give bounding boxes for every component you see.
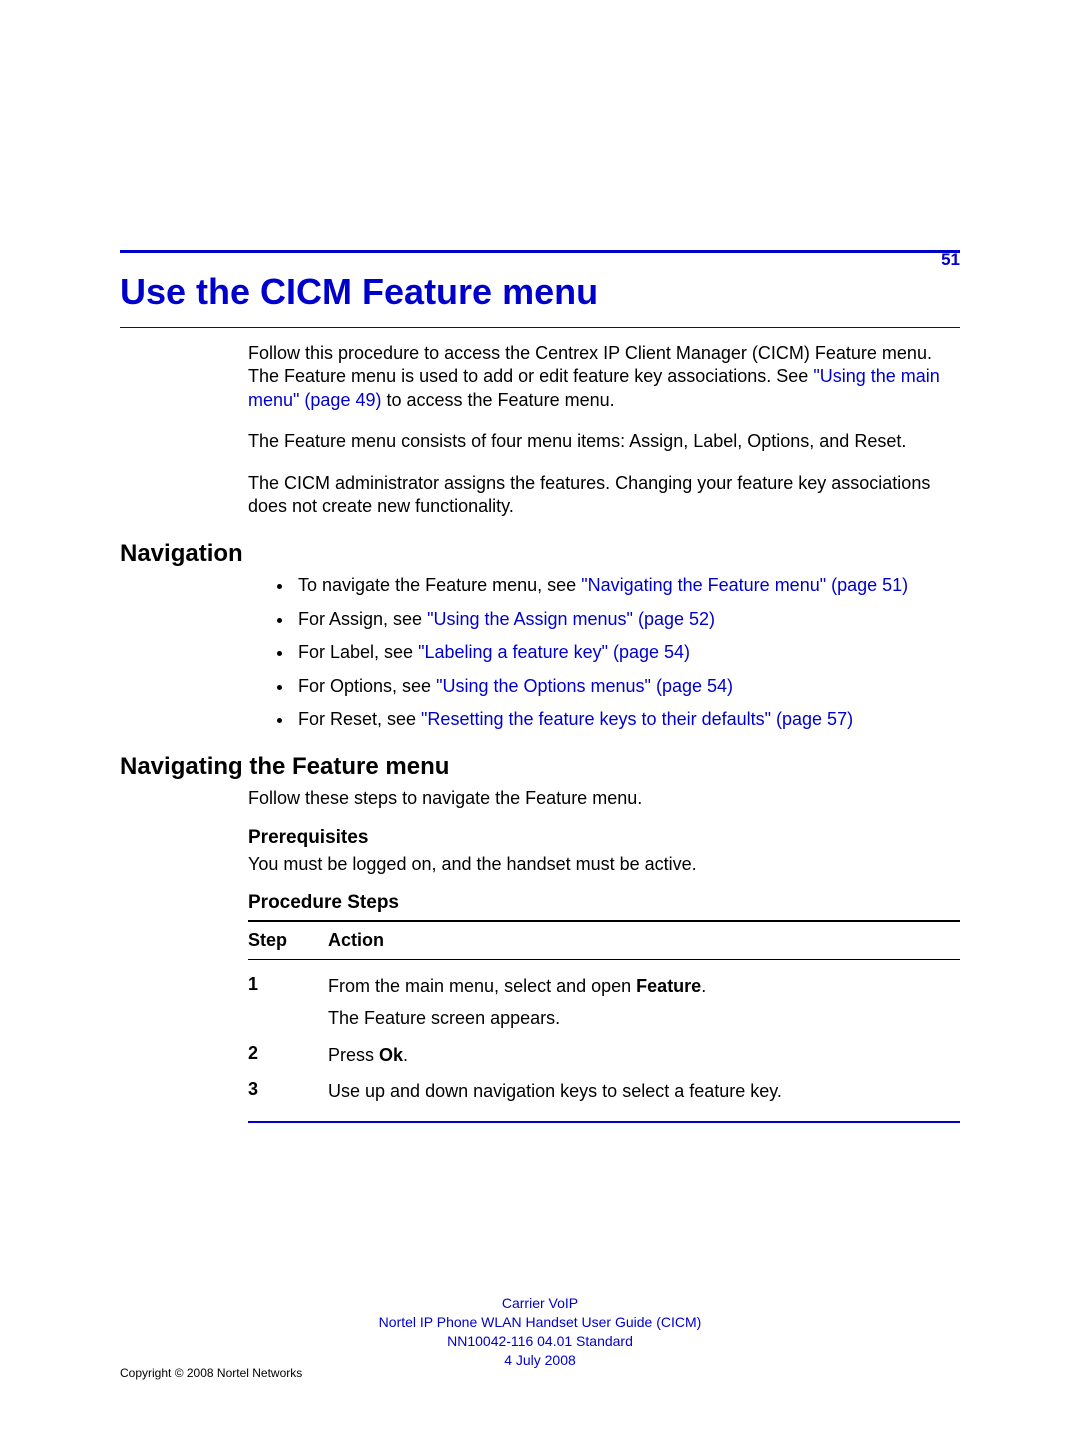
title-rule-top (120, 250, 960, 253)
step-action: From the main menu, select and open Feat… (328, 974, 960, 1031)
step-1-bold: Feature (636, 976, 701, 996)
intro-block: Follow this procedure to access the Cent… (248, 342, 960, 518)
page-number: 51 (941, 250, 960, 270)
copyright-text: Copyright © 2008 Nortel Networks (120, 1366, 302, 1380)
nav-item-5: For Reset, see "Resetting the feature ke… (294, 708, 960, 731)
navigation-list: To navigate the Feature menu, see "Navig… (248, 574, 960, 731)
nav-item-2-pre: For Assign, see (298, 609, 427, 629)
prerequisites-block: You must be logged on, and the handset m… (248, 853, 960, 876)
step-1-sub: The Feature screen appears. (328, 1006, 960, 1030)
table-header-action: Action (328, 930, 960, 951)
navmenu-intro-text: Follow these steps to navigate the Featu… (248, 787, 960, 810)
link-resetting-feature-keys[interactable]: "Resetting the feature keys to their def… (421, 709, 853, 729)
step-number: 2 (248, 1043, 328, 1064)
footer-rule (248, 1121, 960, 1123)
intro-para-2: The Feature menu consists of four menu i… (248, 430, 960, 453)
prerequisites-heading: Prerequisites (248, 827, 960, 849)
nav-item-5-pre: For Reset, see (298, 709, 421, 729)
table-row: 3 Use up and down navigation keys to sel… (248, 1073, 960, 1109)
page-title: Use the CICM Feature menu (120, 271, 960, 313)
link-assign-menus[interactable]: "Using the Assign menus" (page 52) (427, 609, 715, 629)
table-row: 2 Press Ok. (248, 1037, 960, 1073)
nav-item-3-pre: For Label, see (298, 642, 418, 662)
nav-item-4: For Options, see "Using the Options menu… (294, 675, 960, 698)
link-options-menus[interactable]: "Using the Options menus" (page 54) (436, 676, 733, 696)
footer-line-3: NN10042-116 04.01 Standard (0, 1332, 1080, 1351)
step-number: 3 (248, 1079, 328, 1100)
footer-line-1: Carrier VoIP (0, 1294, 1080, 1313)
step-2-text-a: Press (328, 1045, 379, 1065)
link-labeling-feature-key[interactable]: "Labeling a feature key" (page 54) (418, 642, 690, 662)
footer-line-2: Nortel IP Phone WLAN Handset User Guide … (0, 1313, 1080, 1332)
navigation-heading: Navigation (120, 540, 960, 568)
link-nav-feature-menu[interactable]: "Navigating the Feature menu" (page 51) (581, 575, 908, 595)
step-action: Press Ok. (328, 1043, 960, 1067)
table-header-step: Step (248, 930, 328, 951)
step-2-bold: Ok (379, 1045, 403, 1065)
nav-item-1-pre: To navigate the Feature menu, see (298, 575, 581, 595)
nav-item-3: For Label, see "Labeling a feature key" … (294, 641, 960, 664)
procedure-steps-table: Step Action 1 From the main menu, select… (248, 920, 960, 1109)
nav-item-4-pre: For Options, see (298, 676, 436, 696)
step-2-text-c: . (403, 1045, 408, 1065)
navigation-block: To navigate the Feature menu, see "Navig… (248, 574, 960, 731)
document-page: 51 Use the CICM Feature menu Follow this… (0, 0, 1080, 1440)
table-rule-top (248, 920, 960, 922)
intro-para-1: Follow this procedure to access the Cent… (248, 342, 960, 412)
table-rule-header (248, 959, 960, 960)
step-action: Use up and down navigation keys to selec… (328, 1079, 960, 1103)
title-rule-bottom (120, 327, 960, 328)
procedure-steps-heading: Procedure Steps (248, 892, 960, 914)
nav-item-2: For Assign, see "Using the Assign menus"… (294, 608, 960, 631)
step-1-text-a: From the main menu, select and open (328, 976, 636, 996)
intro-p1-b: to access the Feature menu. (381, 390, 614, 410)
nav-item-1: To navigate the Feature menu, see "Navig… (294, 574, 960, 597)
intro-para-3: The CICM administrator assigns the featu… (248, 472, 960, 519)
page-footer: Carrier VoIP Nortel IP Phone WLAN Handse… (0, 1284, 1080, 1370)
step-1-text-c: . (701, 976, 706, 996)
prerequisites-text: You must be logged on, and the handset m… (248, 853, 960, 876)
step-number: 1 (248, 974, 328, 995)
table-row: 1 From the main menu, select and open Fe… (248, 968, 960, 1037)
navigating-feature-menu-heading: Navigating the Feature menu (120, 753, 960, 781)
navmenu-intro: Follow these steps to navigate the Featu… (248, 787, 960, 810)
step-3-text-a: Use up and down navigation keys to selec… (328, 1081, 782, 1101)
table-header-row: Step Action (248, 926, 960, 955)
